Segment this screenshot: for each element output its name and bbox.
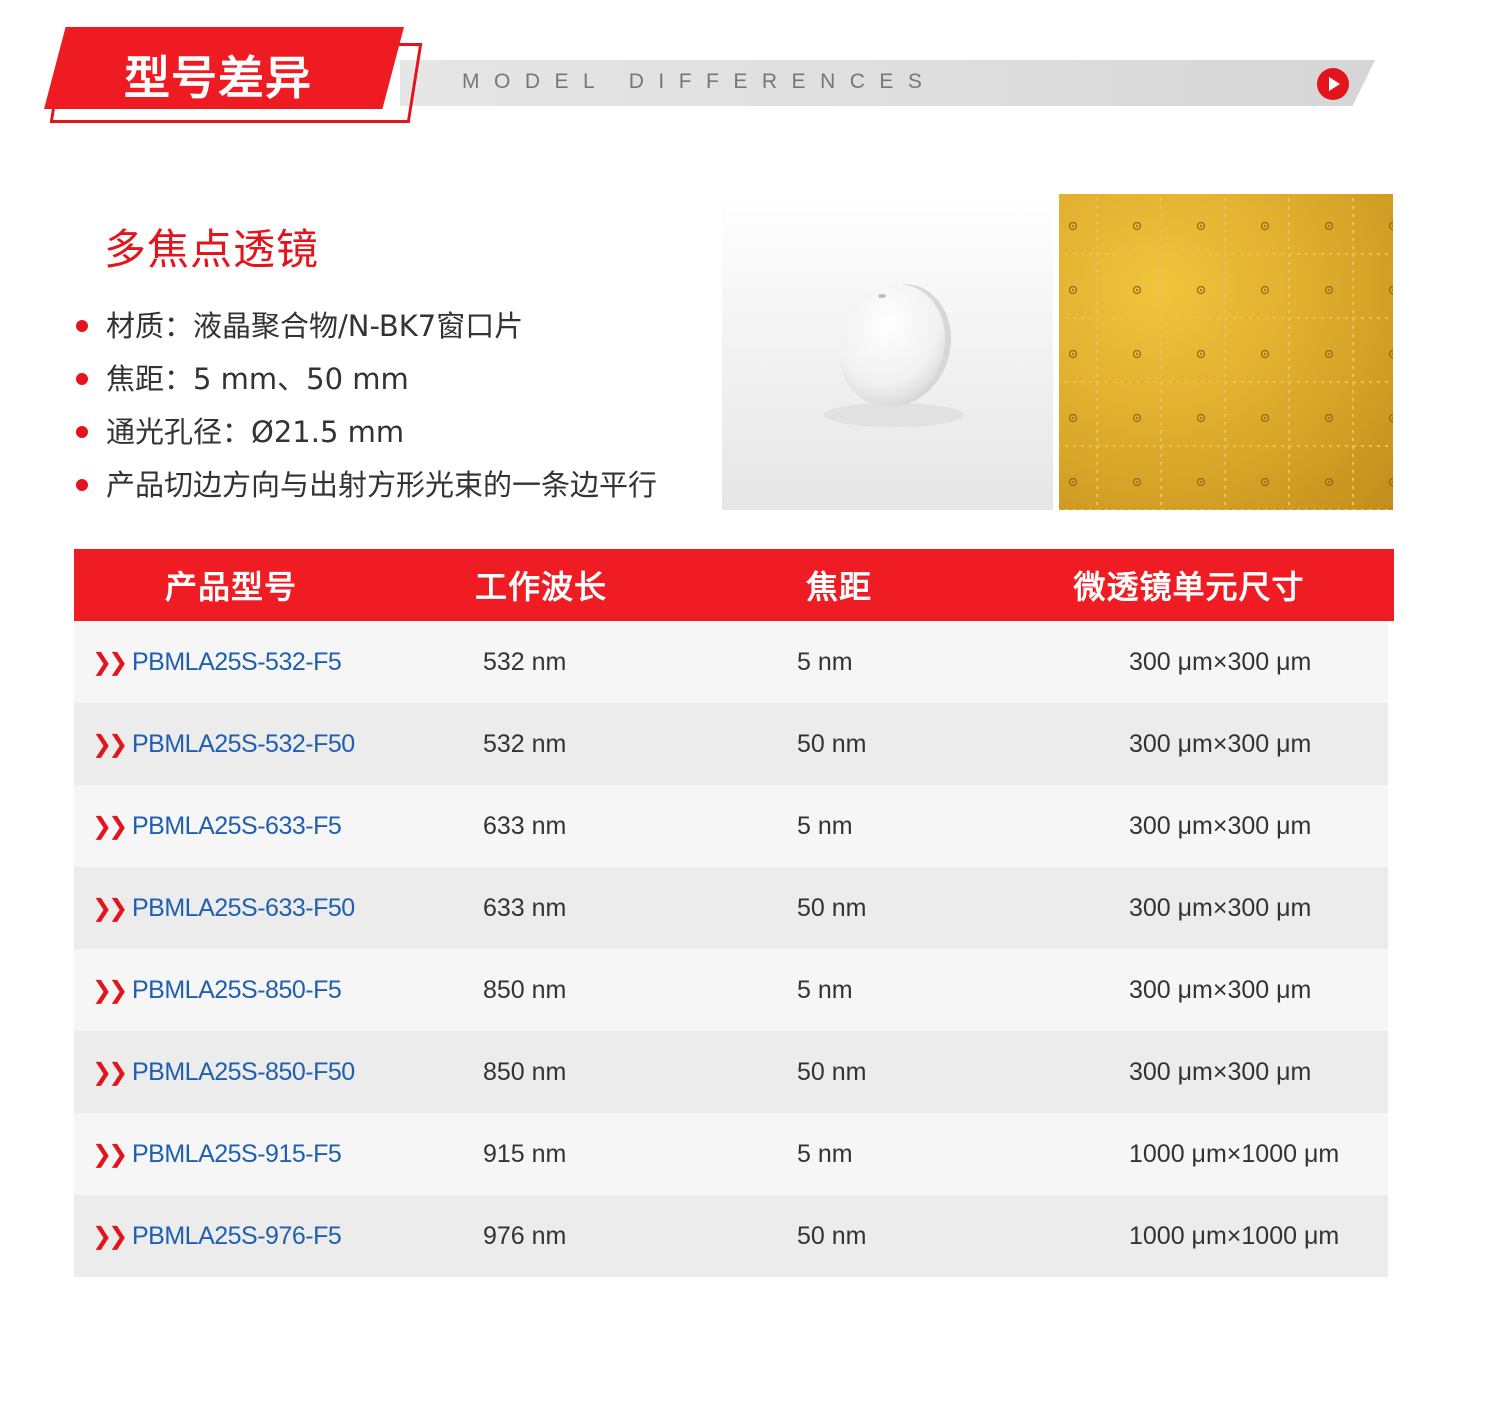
header-model: 产品型号 [164,568,297,606]
table-row: ❯❯ PBMLA25S-850-F5 850 nm 5 nm 300 μm×30… [74,949,1388,1031]
wavelength-cell: 532 nm [483,730,567,758]
spec-item: 产品切边方向与出射方形光束的一条边平行 [72,463,657,516]
focal-cell: 50 nm [797,894,867,922]
wavelength-cell: 915 nm [483,1140,567,1168]
header-focal: 焦距 [805,568,872,606]
spec-text: 产品切边方向与出射方形光束的一条边平行 [106,468,658,502]
focal-cell: 5 nm [797,648,853,676]
wavelength-cell: 850 nm [483,976,567,1004]
table-row: ❯❯ PBMLA25S-850-F50 850 nm 50 nm 300 μm×… [74,1031,1388,1113]
model-link[interactable]: PBMLA25S-633-F50 [132,893,355,923]
double-chevron-icon: ❯❯ [92,976,128,1004]
bullet-icon [76,426,88,438]
size-cell: 300 μm×300 μm [1129,1058,1312,1086]
double-chevron-icon: ❯❯ [92,812,128,840]
size-cell: 300 μm×300 μm [1129,976,1312,1004]
table-header: 产品型号 工作波长 焦距 微透镜单元尺寸 [74,549,1394,621]
table-row: ❯❯ PBMLA25S-532-F50 532 nm 50 nm 300 μm×… [74,703,1388,785]
focal-cell: 5 nm [797,812,853,840]
spec-text: 材质：液晶聚合物/N-BK7窗口片 [106,309,524,343]
spec-list: 材质：液晶聚合物/N-BK7窗口片 焦距：5 mm、50 mm 通光孔径：Ø21… [72,304,657,516]
bullet-icon [76,479,88,491]
banner-subtitle: MODEL DIFFERENCES [462,70,937,93]
wavelength-cell: 976 nm [483,1222,567,1250]
double-chevron-icon: ❯❯ [92,648,128,676]
table-row: ❯❯ PBMLA25S-915-F5 915 nm 5 nm 1000 μm×1… [74,1113,1388,1195]
spec-text: 焦距：5 mm、50 mm [106,362,409,396]
wavelength-cell: 633 nm [483,894,567,922]
wavelength-cell: 850 nm [483,1058,567,1086]
spec-item: 材质：液晶聚合物/N-BK7窗口片 [72,304,657,357]
product-title: 多焦点透镜 [104,225,320,274]
spec-text: 通光孔径：Ø21.5 mm [106,415,405,449]
focal-cell: 5 nm [797,1140,853,1168]
focal-cell: 50 nm [797,1222,867,1250]
header-size: 微透镜单元尺寸 [1073,568,1305,606]
microlens-pattern [1059,194,1393,510]
table-row: ❯❯ PBMLA25S-633-F5 633 nm 5 nm 300 μm×30… [74,785,1388,867]
banner-title: 型号差异 [124,51,312,105]
microlens-array-photo [1059,194,1393,510]
model-link[interactable]: PBMLA25S-915-F5 [132,1139,342,1169]
model-link[interactable]: PBMLA25S-850-F50 [132,1057,355,1087]
model-link[interactable]: PBMLA25S-532-F50 [132,729,355,759]
size-cell: 300 μm×300 μm [1129,812,1312,840]
double-chevron-icon: ❯❯ [92,1222,128,1250]
double-chevron-icon: ❯❯ [92,1140,128,1168]
model-link[interactable]: PBMLA25S-976-F5 [132,1221,342,1251]
bullet-icon [76,373,88,385]
focal-cell: 50 nm [797,730,867,758]
size-cell: 300 μm×300 μm [1129,894,1312,922]
spec-item: 焦距：5 mm、50 mm [72,357,657,410]
double-chevron-icon: ❯❯ [92,894,128,922]
double-chevron-icon: ❯❯ [92,730,128,758]
table-row: ❯❯ PBMLA25S-633-F50 633 nm 50 nm 300 μm×… [74,867,1388,949]
size-cell: 300 μm×300 μm [1129,648,1312,676]
model-table: 产品型号 工作波长 焦距 微透镜单元尺寸 ❯❯ PBMLA25S-532-F5 … [74,549,1394,1277]
lens-photo [722,193,1053,510]
lens-illustration [824,283,964,427]
header-wavelength: 工作波长 [474,568,607,606]
focal-cell: 50 nm [797,1058,867,1086]
focal-cell: 5 nm [797,976,853,1004]
bullet-icon [76,320,88,332]
double-chevron-icon: ❯❯ [92,1058,128,1086]
spec-item: 通光孔径：Ø21.5 mm [72,410,657,463]
wavelength-cell: 633 nm [483,812,567,840]
size-cell: 300 μm×300 μm [1129,730,1312,758]
wavelength-cell: 532 nm [483,648,567,676]
model-link[interactable]: PBMLA25S-850-F5 [132,975,342,1005]
size-cell: 1000 μm×1000 μm [1129,1140,1340,1168]
table-row: ❯❯ PBMLA25S-532-F5 532 nm 5 nm 300 μm×30… [74,621,1388,703]
size-cell: 1000 μm×1000 μm [1129,1222,1340,1250]
play-circle-icon[interactable] [1317,68,1349,100]
model-link[interactable]: PBMLA25S-532-F5 [132,647,342,677]
model-link[interactable]: PBMLA25S-633-F5 [132,811,342,841]
table-row: ❯❯ PBMLA25S-976-F5 976 nm 50 nm 1000 μm×… [74,1195,1388,1277]
